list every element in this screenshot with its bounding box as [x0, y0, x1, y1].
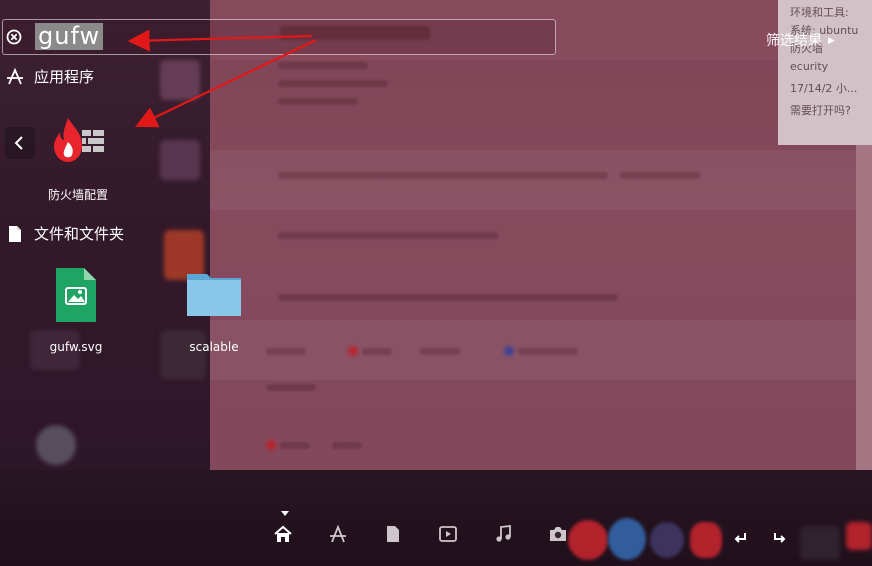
bg-text: ecurity — [790, 60, 829, 73]
bg-text: 需要打开吗? — [790, 104, 851, 117]
firewall-icon — [48, 112, 108, 168]
background-window — [210, 0, 856, 470]
applications-icon — [6, 67, 24, 86]
previous-page-button[interactable] — [5, 127, 35, 159]
filter-results-label: 筛选结果 — [766, 33, 822, 49]
background-side-panel: 环境和工具: 系统: ubuntu 防火墙 ecurity 17/14/2 小.… — [778, 0, 872, 145]
video-icon[interactable] — [438, 524, 458, 544]
filter-results-button[interactable]: 筛选结果 ▶ — [766, 30, 835, 50]
chevron-left-icon — [14, 136, 23, 150]
image-file-icon — [52, 266, 100, 324]
section-header-files: 文件和文件夹 — [6, 223, 124, 244]
redo-arrow-icon[interactable] — [768, 527, 790, 549]
applications-icon[interactable] — [328, 524, 348, 544]
desktop-icon-blur — [36, 425, 76, 465]
photo-icon[interactable] — [548, 524, 568, 544]
folder-icon — [185, 266, 243, 318]
triangle-right-icon: ▶ — [828, 36, 835, 46]
search-bar[interactable]: gufw — [2, 19, 556, 55]
desktop-icon-blur — [160, 140, 200, 180]
bg-text: 17/14/2 小... — [790, 82, 858, 95]
files-icon[interactable] — [383, 524, 403, 544]
active-indicator — [281, 511, 289, 516]
search-input[interactable]: gufw — [35, 23, 104, 50]
clear-search-icon[interactable] — [6, 29, 22, 45]
file-result-gufw-svg[interactable]: gufw.svg — [36, 266, 116, 354]
background-scrollbar — [856, 145, 872, 475]
category-filter-bar — [268, 518, 578, 548]
section-header-apps: 应用程序 — [6, 66, 94, 87]
file-result-scalable[interactable]: scalable — [174, 266, 254, 354]
file-result-label: gufw.svg — [49, 340, 103, 354]
undo-arrow-icon[interactable] — [730, 527, 752, 549]
file-result-label: scalable — [189, 340, 239, 354]
section-title: 文件和文件夹 — [34, 225, 125, 243]
bg-text: 环境和工具: — [790, 6, 849, 19]
file-icon — [6, 225, 24, 243]
app-result-label: 防火墙配置 — [47, 188, 108, 202]
app-result-firewall[interactable]: 防火墙配置 — [38, 112, 118, 203]
section-title: 应用程序 — [34, 68, 95, 86]
home-icon[interactable] — [273, 524, 293, 544]
desktop-icon-blur — [160, 60, 200, 100]
music-icon[interactable] — [493, 524, 513, 544]
